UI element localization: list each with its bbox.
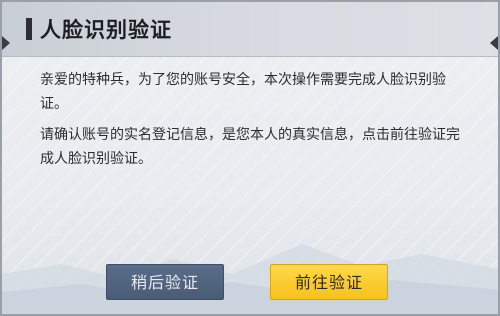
face-verification-dialog: 人脸识别验证 亲爱的特种兵，为了您的账号安全，本次操作需要完成人脸识别验证。 请… (0, 0, 500, 316)
confirm-info-message: 请确认账号的实名登记信息，是您本人的真实信息，点击前往验证完成人脸识别验证。 (40, 127, 460, 167)
dialog-title: 人脸识别验证 (40, 18, 172, 42)
dialog-header: 人脸识别验证 (2, 2, 498, 57)
go-verify-button[interactable]: 前往验证 (270, 264, 388, 300)
mountain-background-decoration (2, 244, 498, 314)
security-message: 亲爱的特种兵，为了您的账号安全，本次操作需要完成人脸识别验证。 (40, 72, 446, 112)
verify-later-button[interactable]: 稍后验证 (106, 264, 224, 300)
title-accent-bar (26, 18, 32, 40)
